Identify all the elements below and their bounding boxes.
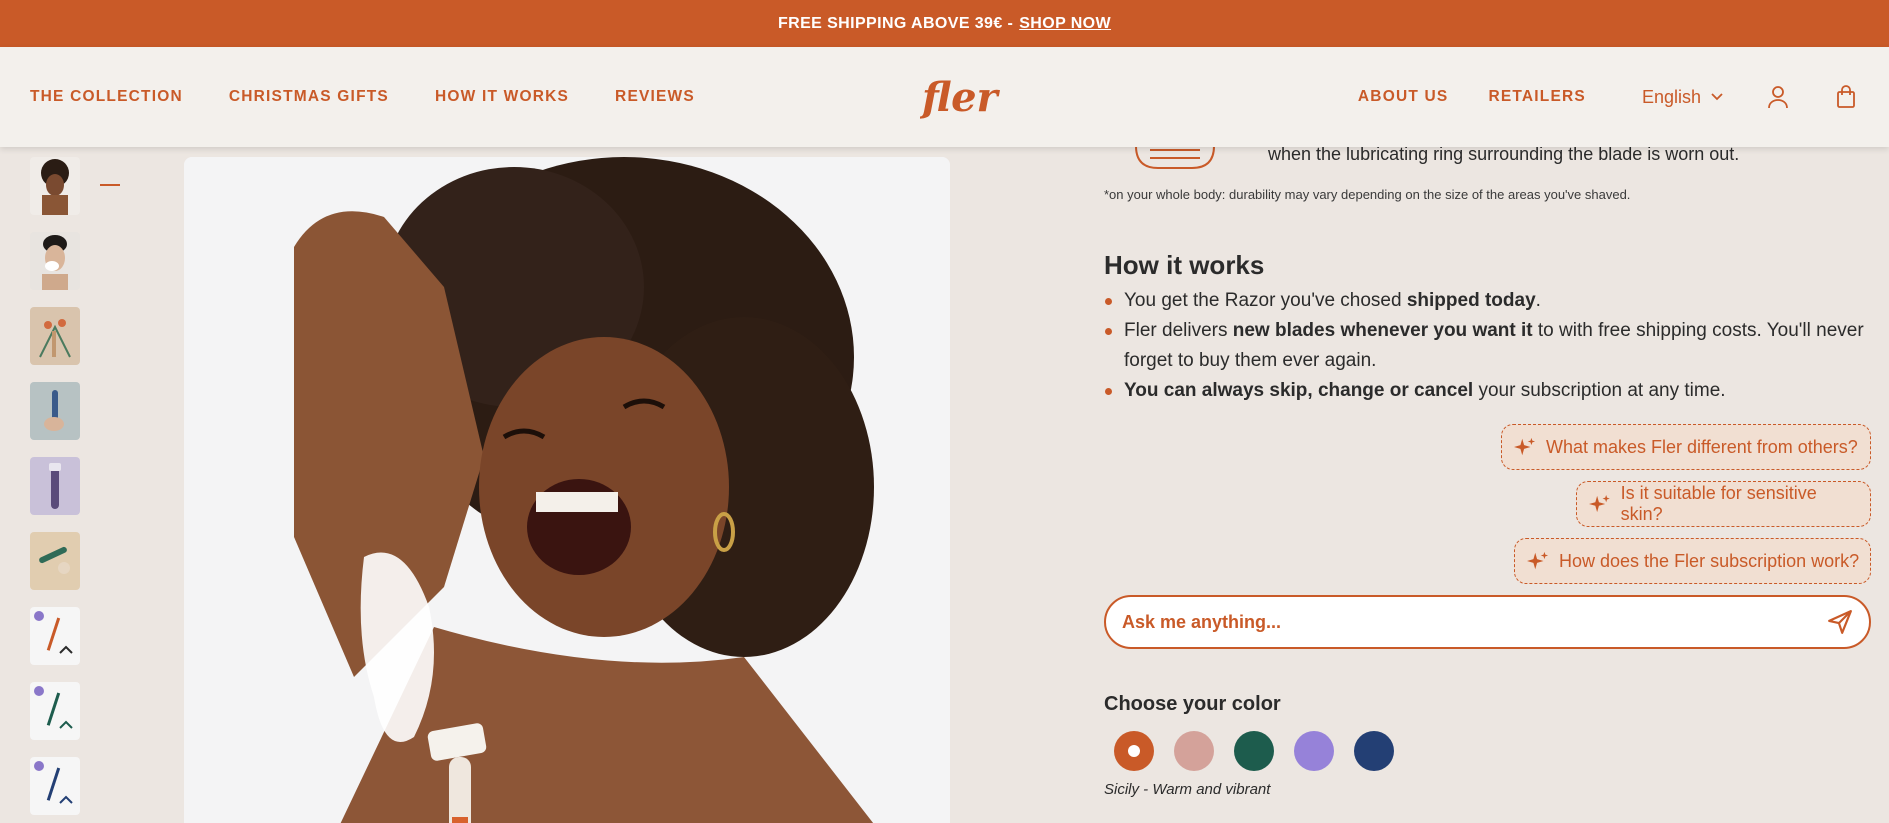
product-hero-image xyxy=(184,157,950,823)
cart-button[interactable] xyxy=(1833,84,1859,110)
question-text: Is it suitable for sensitive skin? xyxy=(1620,483,1817,524)
question-chip[interactable]: How does the Fler subscription work? xyxy=(1514,538,1871,584)
list-item: You get the Razor you've chosed shipped … xyxy=(1104,286,1874,316)
feature-description: when the lubricating ring surrounding th… xyxy=(1268,144,1740,164)
language-label: English xyxy=(1641,86,1701,107)
thumbnail-image[interactable] xyxy=(30,382,80,440)
sparkle-icon xyxy=(1589,494,1610,513)
nav-reviews[interactable]: REVIEWS xyxy=(615,88,695,106)
ask-input[interactable] xyxy=(1122,611,1825,633)
color-swatch-lilac[interactable] xyxy=(1294,731,1334,771)
main-nav: THE COLLECTION CHRISTMAS GIFTS HOW IT WO… xyxy=(0,47,1889,147)
nav-how-it-works[interactable]: HOW IT WORKS xyxy=(435,88,569,106)
color-swatch-pink[interactable] xyxy=(1174,731,1214,771)
send-icon xyxy=(1828,610,1852,634)
thumbnail-image[interactable] xyxy=(30,457,80,515)
send-button[interactable] xyxy=(1825,607,1855,637)
question-chip[interactable]: Is it suitable for sensitive skin? xyxy=(1576,481,1871,527)
thumbnail-image[interactable] xyxy=(30,682,80,740)
color-swatch-navy[interactable] xyxy=(1354,731,1394,771)
thumbnail-image[interactable] xyxy=(30,157,80,215)
nav-about-us[interactable]: ABOUT US xyxy=(1358,88,1449,106)
active-thumbnail-indicator xyxy=(100,184,120,186)
thumbnail-image[interactable] xyxy=(30,532,80,590)
choose-color-title: Choose your color xyxy=(1104,693,1281,715)
announcement-bar: FREE SHIPPING ABOVE 39€ - SHOP NOW xyxy=(0,0,1889,47)
thumbnail-image[interactable] xyxy=(30,232,80,290)
color-swatches xyxy=(1114,731,1394,771)
question-text: How does the Fler subscription work? xyxy=(1559,550,1860,571)
how-it-works-title: How it works xyxy=(1104,250,1265,280)
question-chip[interactable]: What makes Fler different from others? xyxy=(1501,424,1871,470)
language-selector[interactable]: English xyxy=(1642,87,1723,108)
sparkle-icon xyxy=(1527,551,1549,570)
ask-box xyxy=(1104,595,1871,649)
fler-logo[interactable]: fler xyxy=(920,73,1002,121)
thumbnail-image[interactable] xyxy=(30,757,80,815)
announcement-text: FREE SHIPPING ABOVE 39€ - xyxy=(777,14,1014,32)
shopping-bag-icon xyxy=(1837,85,1855,108)
how-it-works-list: You get the Razor you've chosed shipped … xyxy=(1104,286,1874,406)
list-item: Fler delivers new blades whenever you wa… xyxy=(1104,316,1874,376)
user-icon xyxy=(1768,86,1788,109)
shop-now-link[interactable]: SHOP NOW xyxy=(1019,15,1111,33)
nav-retailers[interactable]: RETAILERS xyxy=(1488,88,1586,106)
nav-the-collection[interactable]: THE COLLECTION xyxy=(30,88,183,106)
chevron-down-icon xyxy=(1711,93,1723,101)
thumbnail-image[interactable] xyxy=(30,307,80,365)
account-button[interactable] xyxy=(1765,84,1791,110)
color-swatch-green[interactable] xyxy=(1234,731,1274,771)
selected-color-label: Sicily - Warm and vibrant xyxy=(1104,781,1271,798)
thumbnail-list xyxy=(30,157,80,823)
nav-christmas-gifts[interactable]: CHRISTMAS GIFTS xyxy=(229,88,389,106)
footnote: *on your whole body: durability may vary… xyxy=(1104,187,1631,202)
color-swatch-sicily[interactable] xyxy=(1114,731,1154,771)
list-item: You can always skip, change or cancel yo… xyxy=(1104,376,1874,406)
question-text: What makes Fler different from others? xyxy=(1546,436,1858,457)
svg-text:fler: fler xyxy=(920,74,1001,121)
sparkle-icon xyxy=(1514,437,1536,456)
thumbnail-image[interactable] xyxy=(30,607,80,665)
